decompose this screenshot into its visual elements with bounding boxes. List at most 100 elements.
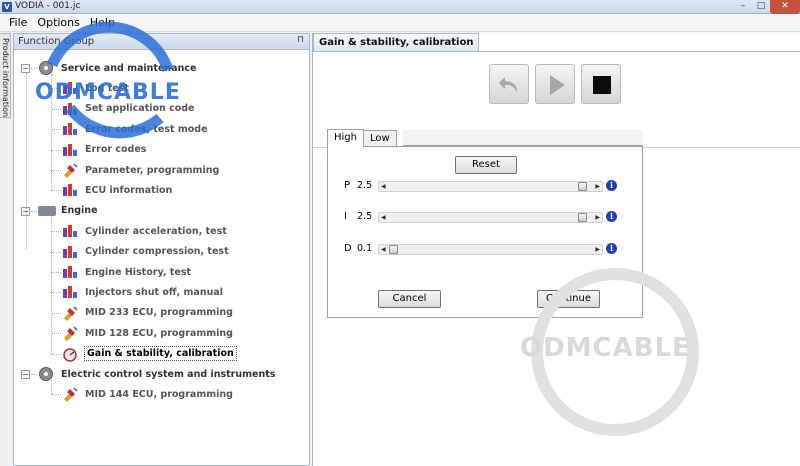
bar-chart-icon (62, 142, 79, 158)
watermark-text-top: ODMCABLE (35, 80, 181, 105)
tree-item[interactable]: Parameter, programming (62, 160, 219, 180)
menu-bar: File Options Help (0, 14, 800, 32)
pin-icon[interactable]: ⊓ (297, 35, 304, 45)
play-icon (550, 75, 565, 95)
tree-connector-line (31, 68, 37, 69)
continue-button[interactable]: Continue (537, 290, 600, 308)
tree-item[interactable]: Injectors shut off, manual (62, 282, 223, 302)
minimize-button[interactable]: – (734, 0, 752, 14)
tree-item-label: MID 128 ECU, programming (85, 327, 233, 339)
stop-icon (593, 76, 611, 94)
menu-help[interactable]: Help (85, 16, 120, 29)
tree-item-label: ECU information (85, 184, 173, 196)
gear-person-icon (38, 366, 55, 382)
tree-item-label: Injectors shut off, manual (85, 286, 224, 298)
document-panel: Gain & stability, calibration High Low R… (312, 33, 800, 466)
param-panel: Reset P 2.5 ◀ ▶ i I 2.5 ◀ ▶ i D 0.1 ◀ ▶ … (327, 146, 643, 318)
document-tab[interactable]: Gain & stability, calibration (313, 33, 480, 51)
close-button[interactable]: ✕ (770, 0, 800, 14)
back-button[interactable] (489, 64, 529, 104)
info-icon[interactable]: i (606, 243, 617, 254)
tree-connector-line (31, 374, 37, 375)
tree-connector-line (51, 129, 61, 131)
tree-connector-line (31, 210, 37, 212)
tree-connector-line (26, 73, 27, 250)
param-tab-strip (403, 130, 643, 146)
bar-chart-icon (62, 223, 79, 239)
slider-thumb[interactable] (389, 245, 398, 254)
tree-connector-line (51, 353, 61, 355)
slider-thumb[interactable] (578, 182, 588, 191)
cancel-button[interactable]: Cancel (378, 290, 441, 308)
tree-item-label: Parameter, programming (85, 164, 220, 176)
collapse-icon[interactable]: − (21, 64, 30, 73)
tree-item[interactable]: MID 128 ECU, programming (62, 323, 233, 343)
slider-left-arrow-icon[interactable]: ◀ (381, 212, 386, 223)
param-name: D (344, 243, 352, 254)
param-value: 2.5 (357, 211, 373, 222)
slider-right-arrow-icon[interactable]: ▶ (595, 212, 600, 223)
tree-item-label: MID 144 ECU, programming (85, 388, 233, 400)
stop-button[interactable] (581, 64, 621, 104)
tree-item[interactable]: MID 144 ECU, programming (62, 384, 233, 404)
plug-icon (62, 386, 79, 403)
tree-connector-line (51, 292, 61, 294)
plug-icon (62, 305, 79, 321)
tree-item-label: Error codes (85, 144, 147, 156)
wrench-person-icon (38, 60, 55, 76)
slider-left-arrow-icon[interactable]: ◀ (381, 181, 386, 192)
reset-button[interactable]: Reset (455, 156, 517, 174)
product-information-label: Product information (1, 38, 10, 118)
param-name: P (344, 180, 351, 191)
plug-icon (62, 162, 79, 178)
title-bar: V VODIA - 001.jc – □ ✕ (0, 0, 800, 14)
tree-item[interactable]: Cylinder acceleration, test (62, 221, 227, 241)
param-slider-d[interactable]: ◀ ▶ (378, 244, 603, 255)
tree-item[interactable]: ECU information (62, 180, 172, 200)
plug-icon (62, 325, 79, 342)
tab-low[interactable]: Low (362, 130, 397, 147)
tree-connector-line (51, 380, 52, 395)
tree-item[interactable]: MID 233 ECU, programming (62, 303, 233, 323)
tree-item[interactable]: Cylinder compression, test (62, 242, 229, 262)
tree-group-label: Electric control system and instruments (61, 368, 276, 380)
engine-icon (38, 203, 56, 219)
tree-connector-line (51, 149, 61, 151)
bar-chart-icon (62, 264, 79, 280)
tree-group[interactable]: Service and maintenance (38, 58, 196, 78)
tab-high[interactable]: High (327, 129, 364, 147)
tree-item-label: Cylinder acceleration, test (85, 225, 227, 237)
menu-file[interactable]: File (4, 16, 32, 29)
menu-options[interactable]: Options (32, 16, 84, 29)
tree-item[interactable]: Gain & stability, calibration (62, 344, 237, 364)
param-value: 0.1 (357, 243, 373, 254)
param-slider-i[interactable]: ◀ ▶ (378, 212, 603, 223)
maximize-button[interactable]: □ (752, 0, 770, 14)
slider-thumb[interactable] (578, 213, 588, 222)
param-tabs: High Low (327, 129, 397, 147)
gauge-icon (62, 346, 79, 362)
tree-item[interactable]: Error codes (62, 140, 146, 160)
tree-group[interactable]: Electric control system and instruments (38, 364, 275, 384)
param-row-i: I 2.5 ◀ ▶ i (344, 211, 628, 225)
slider-left-arrow-icon[interactable]: ◀ (381, 244, 386, 255)
info-icon[interactable]: i (606, 180, 617, 191)
info-icon[interactable]: i (606, 211, 617, 222)
tree-item[interactable]: Error codes, test mode (62, 119, 208, 139)
param-name: I (344, 211, 347, 222)
function-group-header: Function Group ⊓ (14, 34, 309, 50)
tree-item[interactable]: Engine History, test (62, 262, 191, 282)
param-row-d: D 0.1 ◀ ▶ i (344, 243, 628, 257)
product-information-tab[interactable]: Product information (0, 33, 11, 118)
collapse-icon[interactable]: − (21, 370, 30, 379)
play-button[interactable] (535, 64, 575, 104)
back-arrow-icon (499, 77, 518, 93)
tree-group[interactable]: Engine (38, 201, 98, 221)
param-slider-p[interactable]: ◀ ▶ (378, 181, 603, 192)
tree-item-label: Cylinder compression, test (85, 246, 229, 258)
tree-connector-line (51, 333, 61, 335)
slider-right-arrow-icon[interactable]: ▶ (595, 181, 600, 192)
slider-right-arrow-icon[interactable]: ▶ (595, 244, 600, 255)
tree-connector-line (51, 231, 61, 233)
tree-item-label: Error codes, test mode (85, 123, 208, 135)
